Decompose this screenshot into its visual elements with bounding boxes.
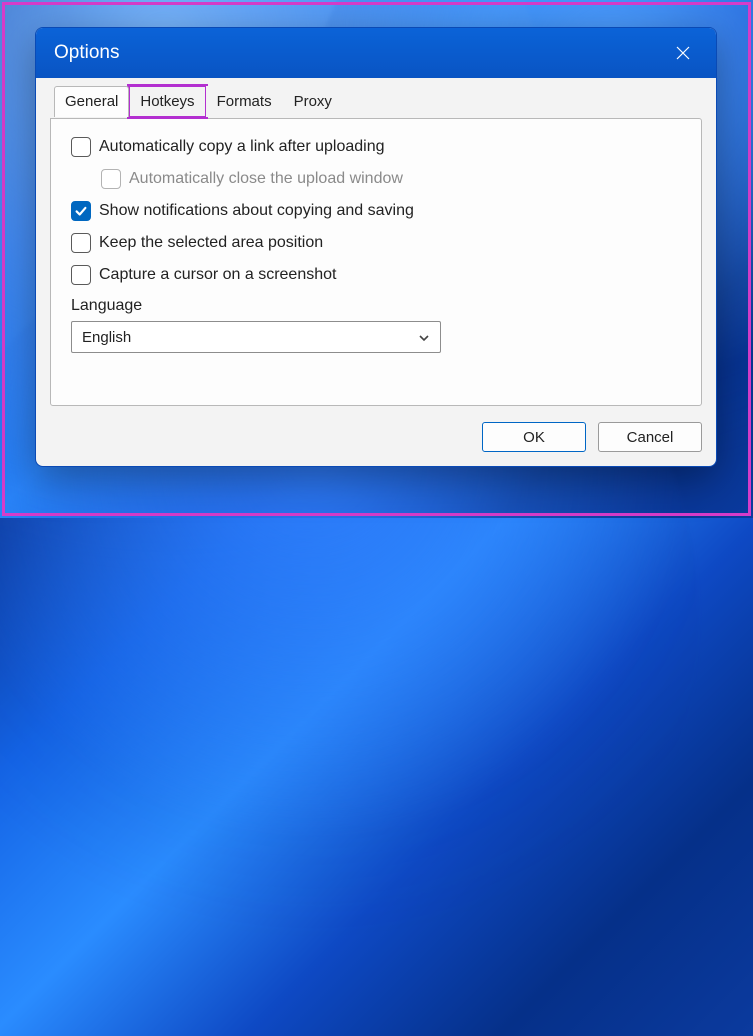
- option-keep-area: Keep the selected area position: [71, 233, 681, 253]
- window-title: Options: [54, 42, 119, 64]
- label-keep-area: Keep the selected area position: [99, 234, 323, 252]
- ok-button[interactable]: OK: [482, 422, 586, 452]
- tab-bar: General Hotkeys Formats Proxy: [54, 86, 702, 117]
- options-dialog: Options General Hotkeys Formats Proxy Au…: [35, 27, 717, 467]
- chevron-down-icon: [418, 331, 430, 343]
- tab-panel-general: Automatically copy a link after uploadin…: [50, 118, 702, 406]
- checkbox-capture-cursor[interactable]: [71, 265, 91, 285]
- checkbox-show-notifications[interactable]: [71, 201, 91, 221]
- label-auto-copy-link: Automatically copy a link after uploadin…: [99, 138, 385, 156]
- cancel-button[interactable]: Cancel: [598, 422, 702, 452]
- language-value: English: [82, 329, 131, 346]
- option-show-notifications: Show notifications about copying and sav…: [71, 201, 681, 221]
- checkbox-keep-area[interactable]: [71, 233, 91, 253]
- label-auto-close-upload: Automatically close the upload window: [129, 170, 403, 188]
- close-button[interactable]: [668, 38, 698, 68]
- dialog-footer: OK Cancel: [482, 422, 702, 452]
- close-icon: [675, 45, 691, 61]
- label-capture-cursor: Capture a cursor on a screenshot: [99, 266, 336, 284]
- option-auto-close-upload: Automatically close the upload window: [101, 169, 681, 189]
- language-select[interactable]: English: [71, 321, 441, 353]
- checkbox-auto-close-upload: [101, 169, 121, 189]
- option-capture-cursor: Capture a cursor on a screenshot: [71, 265, 681, 285]
- tab-hotkeys[interactable]: Hotkeys: [129, 86, 205, 117]
- tab-proxy[interactable]: Proxy: [283, 86, 343, 117]
- tab-formats[interactable]: Formats: [206, 86, 283, 117]
- tab-general[interactable]: General: [54, 86, 129, 117]
- language-label: Language: [71, 297, 681, 315]
- dialog-content: General Hotkeys Formats Proxy Automatica…: [36, 78, 716, 466]
- titlebar: Options: [36, 28, 716, 78]
- option-auto-copy-link: Automatically copy a link after uploadin…: [71, 137, 681, 157]
- checkbox-auto-copy-link[interactable]: [71, 137, 91, 157]
- label-show-notifications: Show notifications about copying and sav…: [99, 202, 414, 220]
